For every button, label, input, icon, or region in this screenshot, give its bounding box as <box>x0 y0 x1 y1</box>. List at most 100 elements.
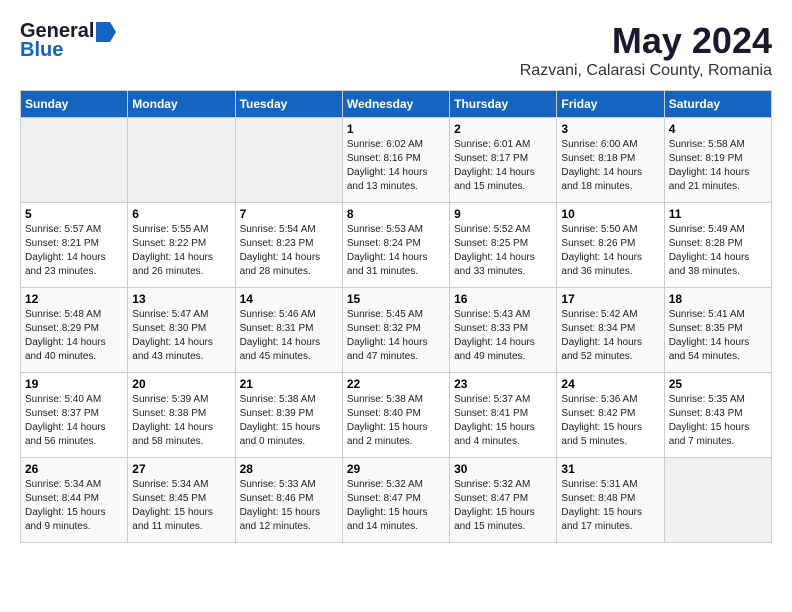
calendar-cell: 31Sunrise: 5:31 AM Sunset: 8:48 PM Dayli… <box>557 458 664 543</box>
day-number: 3 <box>561 122 659 136</box>
calendar-cell <box>128 118 235 203</box>
day-number: 16 <box>454 292 552 306</box>
day-info: Sunrise: 5:46 AM Sunset: 8:31 PM Dayligh… <box>240 308 338 364</box>
weekday-header-wednesday: Wednesday <box>342 91 449 118</box>
calendar-cell: 3 Sunrise: 6:00 AM Sunset: 8:18 PM Daylig… <box>557 118 664 203</box>
day-number: 15 <box>347 292 445 306</box>
day-number: 4 <box>669 122 767 136</box>
day-info: Sunrise: 5:40 AM Sunset: 8:37 PM Dayligh… <box>25 393 123 449</box>
calendar-cell: 10 Sunrise: 5:50 AM Sunset: 8:26 PM Dayli… <box>557 203 664 288</box>
day-info: Sunrise: 5:53 AM Sunset: 8:24 PM Dayligh… <box>347 223 445 279</box>
day-number: 6 <box>132 207 230 221</box>
logo-blue-text: Blue <box>20 39 63 62</box>
day-number: 22 <box>347 377 445 391</box>
calendar-cell: 22 Sunrise: 5:38 AM Sunset: 8:40 PM Dayli… <box>342 373 449 458</box>
logo: General Blue <box>20 20 116 62</box>
weekday-header-tuesday: Tuesday <box>235 91 342 118</box>
calendar-cell: 8 Sunrise: 5:53 AM Sunset: 8:24 PM Daylig… <box>342 203 449 288</box>
day-number: 26 <box>25 462 123 476</box>
calendar-cell: 12 Sunrise: 5:48 AM Sunset: 8:29 PM Dayli… <box>21 288 128 373</box>
day-number: 28 <box>240 462 338 476</box>
day-info: Sunrise: 5:32 AM Sunset: 8:47 PM Dayligh… <box>454 478 552 534</box>
day-number: 24 <box>561 377 659 391</box>
calendar-cell: 26 Sunrise: 5:34 AM Sunset: 8:44 PM Dayli… <box>21 458 128 543</box>
day-info: Sunrise: 5:47 AM Sunset: 8:30 PM Dayligh… <box>132 308 230 364</box>
calendar-cell: 7Sunrise: 5:54 AM Sunset: 8:23 PM Daylig… <box>235 203 342 288</box>
day-number: 20 <box>132 377 230 391</box>
calendar-cell: 30Sunrise: 5:32 AM Sunset: 8:47 PM Dayli… <box>450 458 557 543</box>
day-number: 10 <box>561 207 659 221</box>
day-number: 5 <box>25 207 123 221</box>
day-info: Sunrise: 5:49 AM Sunset: 8:28 PM Dayligh… <box>669 223 767 279</box>
calendar-cell: 6Sunrise: 5:55 AM Sunset: 8:22 PM Daylig… <box>128 203 235 288</box>
calendar-body: 1 Sunrise: 6:02 AM Sunset: 8:16 PM Daylig… <box>21 118 772 543</box>
month-title: May 2024 <box>520 20 772 62</box>
calendar-cell: 28 Sunrise: 5:33 AM Sunset: 8:46 PM Dayli… <box>235 458 342 543</box>
day-info: Sunrise: 5:33 AM Sunset: 8:46 PM Dayligh… <box>240 478 338 534</box>
calendar-week-row: 26 Sunrise: 5:34 AM Sunset: 8:44 PM Dayli… <box>21 458 772 543</box>
calendar-cell: 15 Sunrise: 5:45 AM Sunset: 8:32 PM Dayli… <box>342 288 449 373</box>
weekday-header-monday: Monday <box>128 91 235 118</box>
calendar-cell: 20 Sunrise: 5:39 AM Sunset: 8:38 PM Dayli… <box>128 373 235 458</box>
day-info: Sunrise: 5:31 AM Sunset: 8:48 PM Dayligh… <box>561 478 659 534</box>
calendar-cell: 16 Sunrise: 5:43 AM Sunset: 8:33 PM Dayli… <box>450 288 557 373</box>
calendar-cell: 14 Sunrise: 5:46 AM Sunset: 8:31 PM Dayli… <box>235 288 342 373</box>
day-info: Sunrise: 5:36 AM Sunset: 8:42 PM Dayligh… <box>561 393 659 449</box>
day-info: Sunrise: 5:34 AM Sunset: 8:44 PM Dayligh… <box>25 478 123 534</box>
location-title: Razvani, Calarasi County, Romania <box>520 62 772 80</box>
weekday-header-friday: Friday <box>557 91 664 118</box>
day-info: Sunrise: 6:02 AM Sunset: 8:16 PM Dayligh… <box>347 138 445 194</box>
logo-arrow-icon <box>96 22 116 42</box>
calendar-table: SundayMondayTuesdayWednesdayThursdayFrid… <box>20 90 772 543</box>
weekday-header-sunday: Sunday <box>21 91 128 118</box>
calendar-cell <box>21 118 128 203</box>
day-number: 1 <box>347 122 445 136</box>
day-number: 21 <box>240 377 338 391</box>
day-info: Sunrise: 6:00 AM Sunset: 8:18 PM Dayligh… <box>561 138 659 194</box>
day-number: 12 <box>25 292 123 306</box>
day-info: Sunrise: 5:34 AM Sunset: 8:45 PM Dayligh… <box>132 478 230 534</box>
day-number: 14 <box>240 292 338 306</box>
day-number: 18 <box>669 292 767 306</box>
day-number: 11 <box>669 207 767 221</box>
day-info: Sunrise: 5:41 AM Sunset: 8:35 PM Dayligh… <box>669 308 767 364</box>
calendar-week-row: 12 Sunrise: 5:48 AM Sunset: 8:29 PM Dayli… <box>21 288 772 373</box>
day-info: Sunrise: 5:38 AM Sunset: 8:40 PM Dayligh… <box>347 393 445 449</box>
calendar-cell: 27 Sunrise: 5:34 AM Sunset: 8:45 PM Dayli… <box>128 458 235 543</box>
day-info: Sunrise: 5:32 AM Sunset: 8:47 PM Dayligh… <box>347 478 445 534</box>
day-info: Sunrise: 5:54 AM Sunset: 8:23 PM Dayligh… <box>240 223 338 279</box>
calendar-week-row: 5 Sunrise: 5:57 AM Sunset: 8:21 PM Daylig… <box>21 203 772 288</box>
day-info: Sunrise: 5:48 AM Sunset: 8:29 PM Dayligh… <box>25 308 123 364</box>
day-number: 25 <box>669 377 767 391</box>
day-info: Sunrise: 6:01 AM Sunset: 8:17 PM Dayligh… <box>454 138 552 194</box>
title-block: May 2024 Razvani, Calarasi County, Roman… <box>520 20 772 80</box>
calendar-header-row: SundayMondayTuesdayWednesdayThursdayFrid… <box>21 91 772 118</box>
weekday-header-saturday: Saturday <box>664 91 771 118</box>
day-info: Sunrise: 5:43 AM Sunset: 8:33 PM Dayligh… <box>454 308 552 364</box>
calendar-cell: 21Sunrise: 5:38 AM Sunset: 8:39 PM Dayli… <box>235 373 342 458</box>
calendar-cell: 18 Sunrise: 5:41 AM Sunset: 8:35 PM Dayli… <box>664 288 771 373</box>
calendar-cell: 4Sunrise: 5:58 AM Sunset: 8:19 PM Daylig… <box>664 118 771 203</box>
day-info: Sunrise: 5:39 AM Sunset: 8:38 PM Dayligh… <box>132 393 230 449</box>
day-number: 19 <box>25 377 123 391</box>
calendar-week-row: 19 Sunrise: 5:40 AM Sunset: 8:37 PM Dayli… <box>21 373 772 458</box>
day-info: Sunrise: 5:45 AM Sunset: 8:32 PM Dayligh… <box>347 308 445 364</box>
calendar-cell <box>235 118 342 203</box>
calendar-cell: 17Sunrise: 5:42 AM Sunset: 8:34 PM Dayli… <box>557 288 664 373</box>
day-number: 8 <box>347 207 445 221</box>
day-number: 29 <box>347 462 445 476</box>
calendar-cell <box>664 458 771 543</box>
calendar-cell: 5 Sunrise: 5:57 AM Sunset: 8:21 PM Daylig… <box>21 203 128 288</box>
day-info: Sunrise: 5:50 AM Sunset: 8:26 PM Dayligh… <box>561 223 659 279</box>
calendar-cell: 19 Sunrise: 5:40 AM Sunset: 8:37 PM Dayli… <box>21 373 128 458</box>
calendar-week-row: 1 Sunrise: 6:02 AM Sunset: 8:16 PM Daylig… <box>21 118 772 203</box>
day-number: 27 <box>132 462 230 476</box>
calendar-cell: 1 Sunrise: 6:02 AM Sunset: 8:16 PM Daylig… <box>342 118 449 203</box>
page-header: General Blue May 2024 Razvani, Calarasi … <box>20 20 772 80</box>
day-info: Sunrise: 5:52 AM Sunset: 8:25 PM Dayligh… <box>454 223 552 279</box>
day-number: 23 <box>454 377 552 391</box>
calendar-cell: 24 Sunrise: 5:36 AM Sunset: 8:42 PM Dayli… <box>557 373 664 458</box>
calendar-cell: 9Sunrise: 5:52 AM Sunset: 8:25 PM Daylig… <box>450 203 557 288</box>
day-number: 2 <box>454 122 552 136</box>
day-info: Sunrise: 5:57 AM Sunset: 8:21 PM Dayligh… <box>25 223 123 279</box>
